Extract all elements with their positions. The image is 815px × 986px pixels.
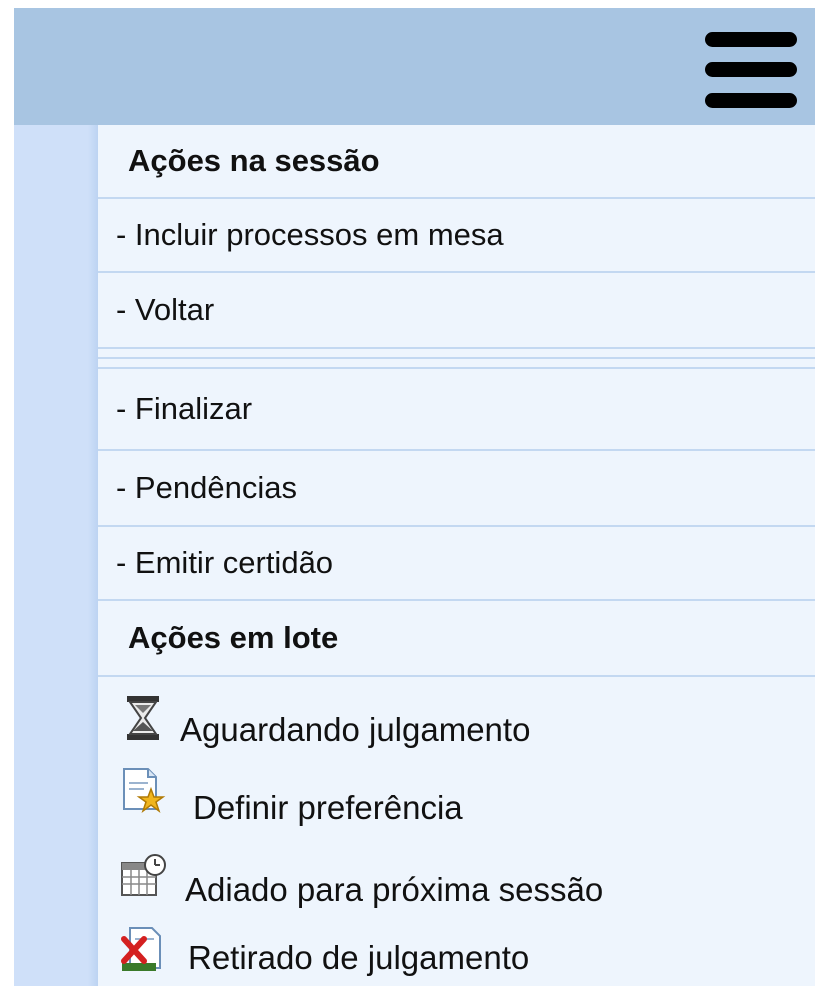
menu-item-incluir-processos[interactable]: - Incluir processos em mesa [98,199,815,271]
document-remove-icon [121,927,161,971]
separator [98,357,815,359]
batch-item-adiado-proxima-sessao[interactable]: Adiado para próxima sessão [98,845,815,925]
left-indent-strip [14,125,98,986]
side-menu-window: Ações na sessão - Incluir processos em m… [0,0,815,986]
section-title-batch-actions: Ações em lote [128,620,339,655]
batch-item-label: Adiado para próxima sessão [185,871,604,908]
calendar-clock-icon [121,854,166,896]
menu-item-emitir-certidao[interactable]: - Emitir certidão [98,527,815,599]
menu-header-bar [14,8,815,125]
batch-item-label: Definir preferência [193,789,463,826]
separator [98,675,815,677]
batch-item-label: Aguardando julgamento [180,711,531,748]
menu-item-finalizar[interactable]: - Finalizar [98,369,815,449]
menu-item-voltar[interactable]: - Voltar [98,273,815,347]
hourglass-icon [127,696,159,740]
separator [98,347,815,349]
document-star-icon [123,768,166,814]
section-title-session-actions: Ações na sessão [128,143,380,178]
hamburger-menu-icon[interactable] [705,32,797,112]
actions-menu: Ações na sessão - Incluir processos em m… [98,125,815,986]
menu-item-pendencias[interactable]: - Pendências [98,451,815,525]
batch-item-aguardando-julgamento[interactable]: Aguardando julgamento [98,685,815,765]
batch-item-retirado-julgamento[interactable]: Retirado de julgamento [98,925,815,986]
batch-item-definir-preferencia[interactable]: Definir preferência [98,765,815,845]
batch-item-label: Retirado de julgamento [188,939,530,976]
